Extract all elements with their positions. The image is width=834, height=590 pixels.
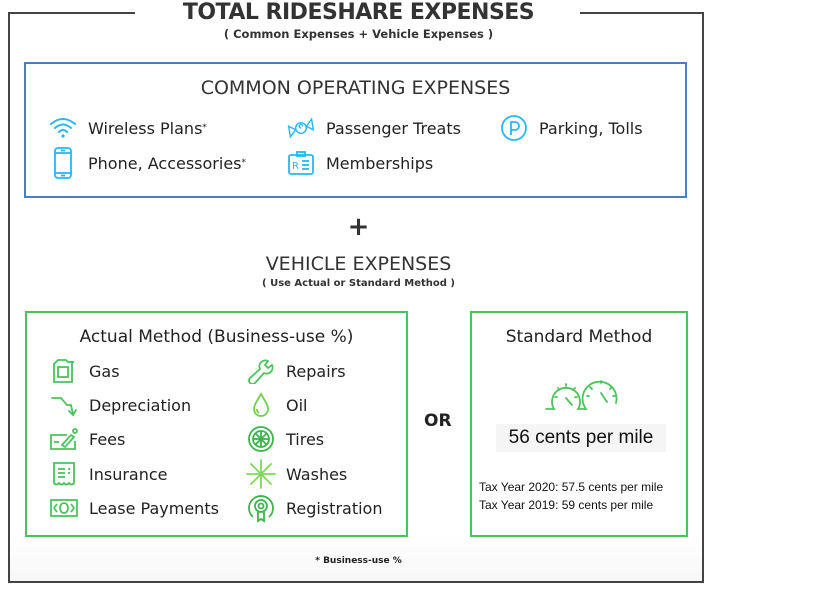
actual-item-fees: Fees: [49, 424, 125, 454]
common-expenses-box: COMMON OPERATING EXPENSES Wireless Plans…: [24, 62, 687, 198]
actual-item-gas: Gas: [49, 356, 120, 386]
tire-icon: [246, 424, 276, 454]
trend-down-icon: [49, 390, 79, 420]
actual-item-registration: Registration: [246, 493, 382, 523]
common-item-memberships: R Memberships: [286, 148, 433, 178]
actual-item-label: Gas: [89, 361, 120, 381]
common-item-parking: Parking, Tolls: [499, 113, 643, 143]
actual-item-label: Oil: [286, 395, 308, 415]
or-separator: OR: [424, 411, 452, 431]
actual-item-label: Registration: [286, 498, 383, 518]
receipt-icon: [49, 459, 79, 489]
check-sign-icon: [49, 424, 79, 454]
actual-method-title: Actual Method (Business-use %): [79, 327, 354, 347]
wrench-icon: [246, 356, 276, 386]
actual-item-lease: Lease Payments: [49, 493, 219, 523]
common-item-phone: Phone, Accessories *: [48, 147, 247, 179]
actual-item-label: Tires: [286, 429, 325, 449]
phone-icon: [48, 147, 78, 179]
actual-item-insurance: Insurance: [49, 459, 168, 489]
actual-item-washes: Washes: [246, 459, 347, 489]
actual-item-label: Lease Payments: [89, 498, 219, 518]
wifi-icon: [48, 113, 78, 143]
svg-text:R: R: [292, 161, 299, 172]
parking-icon: [499, 113, 529, 143]
actual-item-label: Insurance: [89, 464, 168, 484]
standard-method-box: Standard Method 56 cents per mile Tax Ye…: [470, 311, 688, 537]
actual-item-repairs: Repairs: [246, 356, 346, 386]
standard-method-title: Standard Method: [505, 327, 653, 347]
standard-rate: 56 cents per mile: [496, 424, 666, 452]
actual-item-tires: Tires: [246, 424, 324, 454]
actual-item-depreciation: Depreciation: [49, 390, 191, 420]
common-item-wireless: Wireless Plans *: [48, 113, 207, 143]
common-item-label: Wireless Plans: [88, 118, 203, 138]
asterisk: *: [241, 158, 247, 168]
vehicle-expenses-title: VEHICLE EXPENSES: [265, 253, 452, 275]
common-item-label: Phone, Accessories: [88, 153, 242, 173]
badge-icon: [246, 493, 276, 523]
actual-method-box: Actual Method (Business-use %) Gas Depre…: [25, 311, 408, 537]
common-expenses-title: COMMON OPERATING EXPENSES: [200, 77, 511, 99]
tax-year-2020-rate: Tax Year 2020: 57.5 cents per mile: [479, 480, 664, 494]
footnote: * Business-use %: [315, 556, 402, 566]
vehicle-expenses-subtitle: ( Use Actual or Standard Method ): [262, 278, 455, 289]
sparkle-icon: [246, 459, 276, 489]
page-title: TOTAL RIDESHARE EXPENSES: [182, 0, 535, 25]
actual-item-label: Depreciation: [89, 395, 192, 415]
plus-sign: +: [347, 212, 370, 242]
actual-item-label: Fees: [89, 429, 126, 449]
tax-year-2019-rate: Tax Year 2019: 59 cents per mile: [479, 498, 654, 512]
cash-icon: [49, 493, 79, 523]
candy-icon: [286, 113, 316, 143]
common-item-passenger-treats: Passenger Treats: [286, 113, 461, 143]
common-item-label: Parking, Tolls: [539, 118, 643, 138]
actual-item-label: Repairs: [286, 361, 346, 381]
gas-can-icon: [49, 356, 79, 386]
gauges-icon: [544, 376, 620, 415]
actual-item-oil: Oil: [246, 390, 307, 420]
id-card-icon: R: [286, 148, 316, 178]
common-item-label: Memberships: [326, 153, 434, 173]
actual-item-label: Washes: [286, 464, 348, 484]
page-subtitle: ( Common Expenses + Vehicle Expenses ): [223, 27, 494, 41]
asterisk: *: [202, 123, 207, 133]
common-item-label: Passenger Treats: [326, 118, 461, 138]
oil-drop-icon: [246, 390, 276, 420]
